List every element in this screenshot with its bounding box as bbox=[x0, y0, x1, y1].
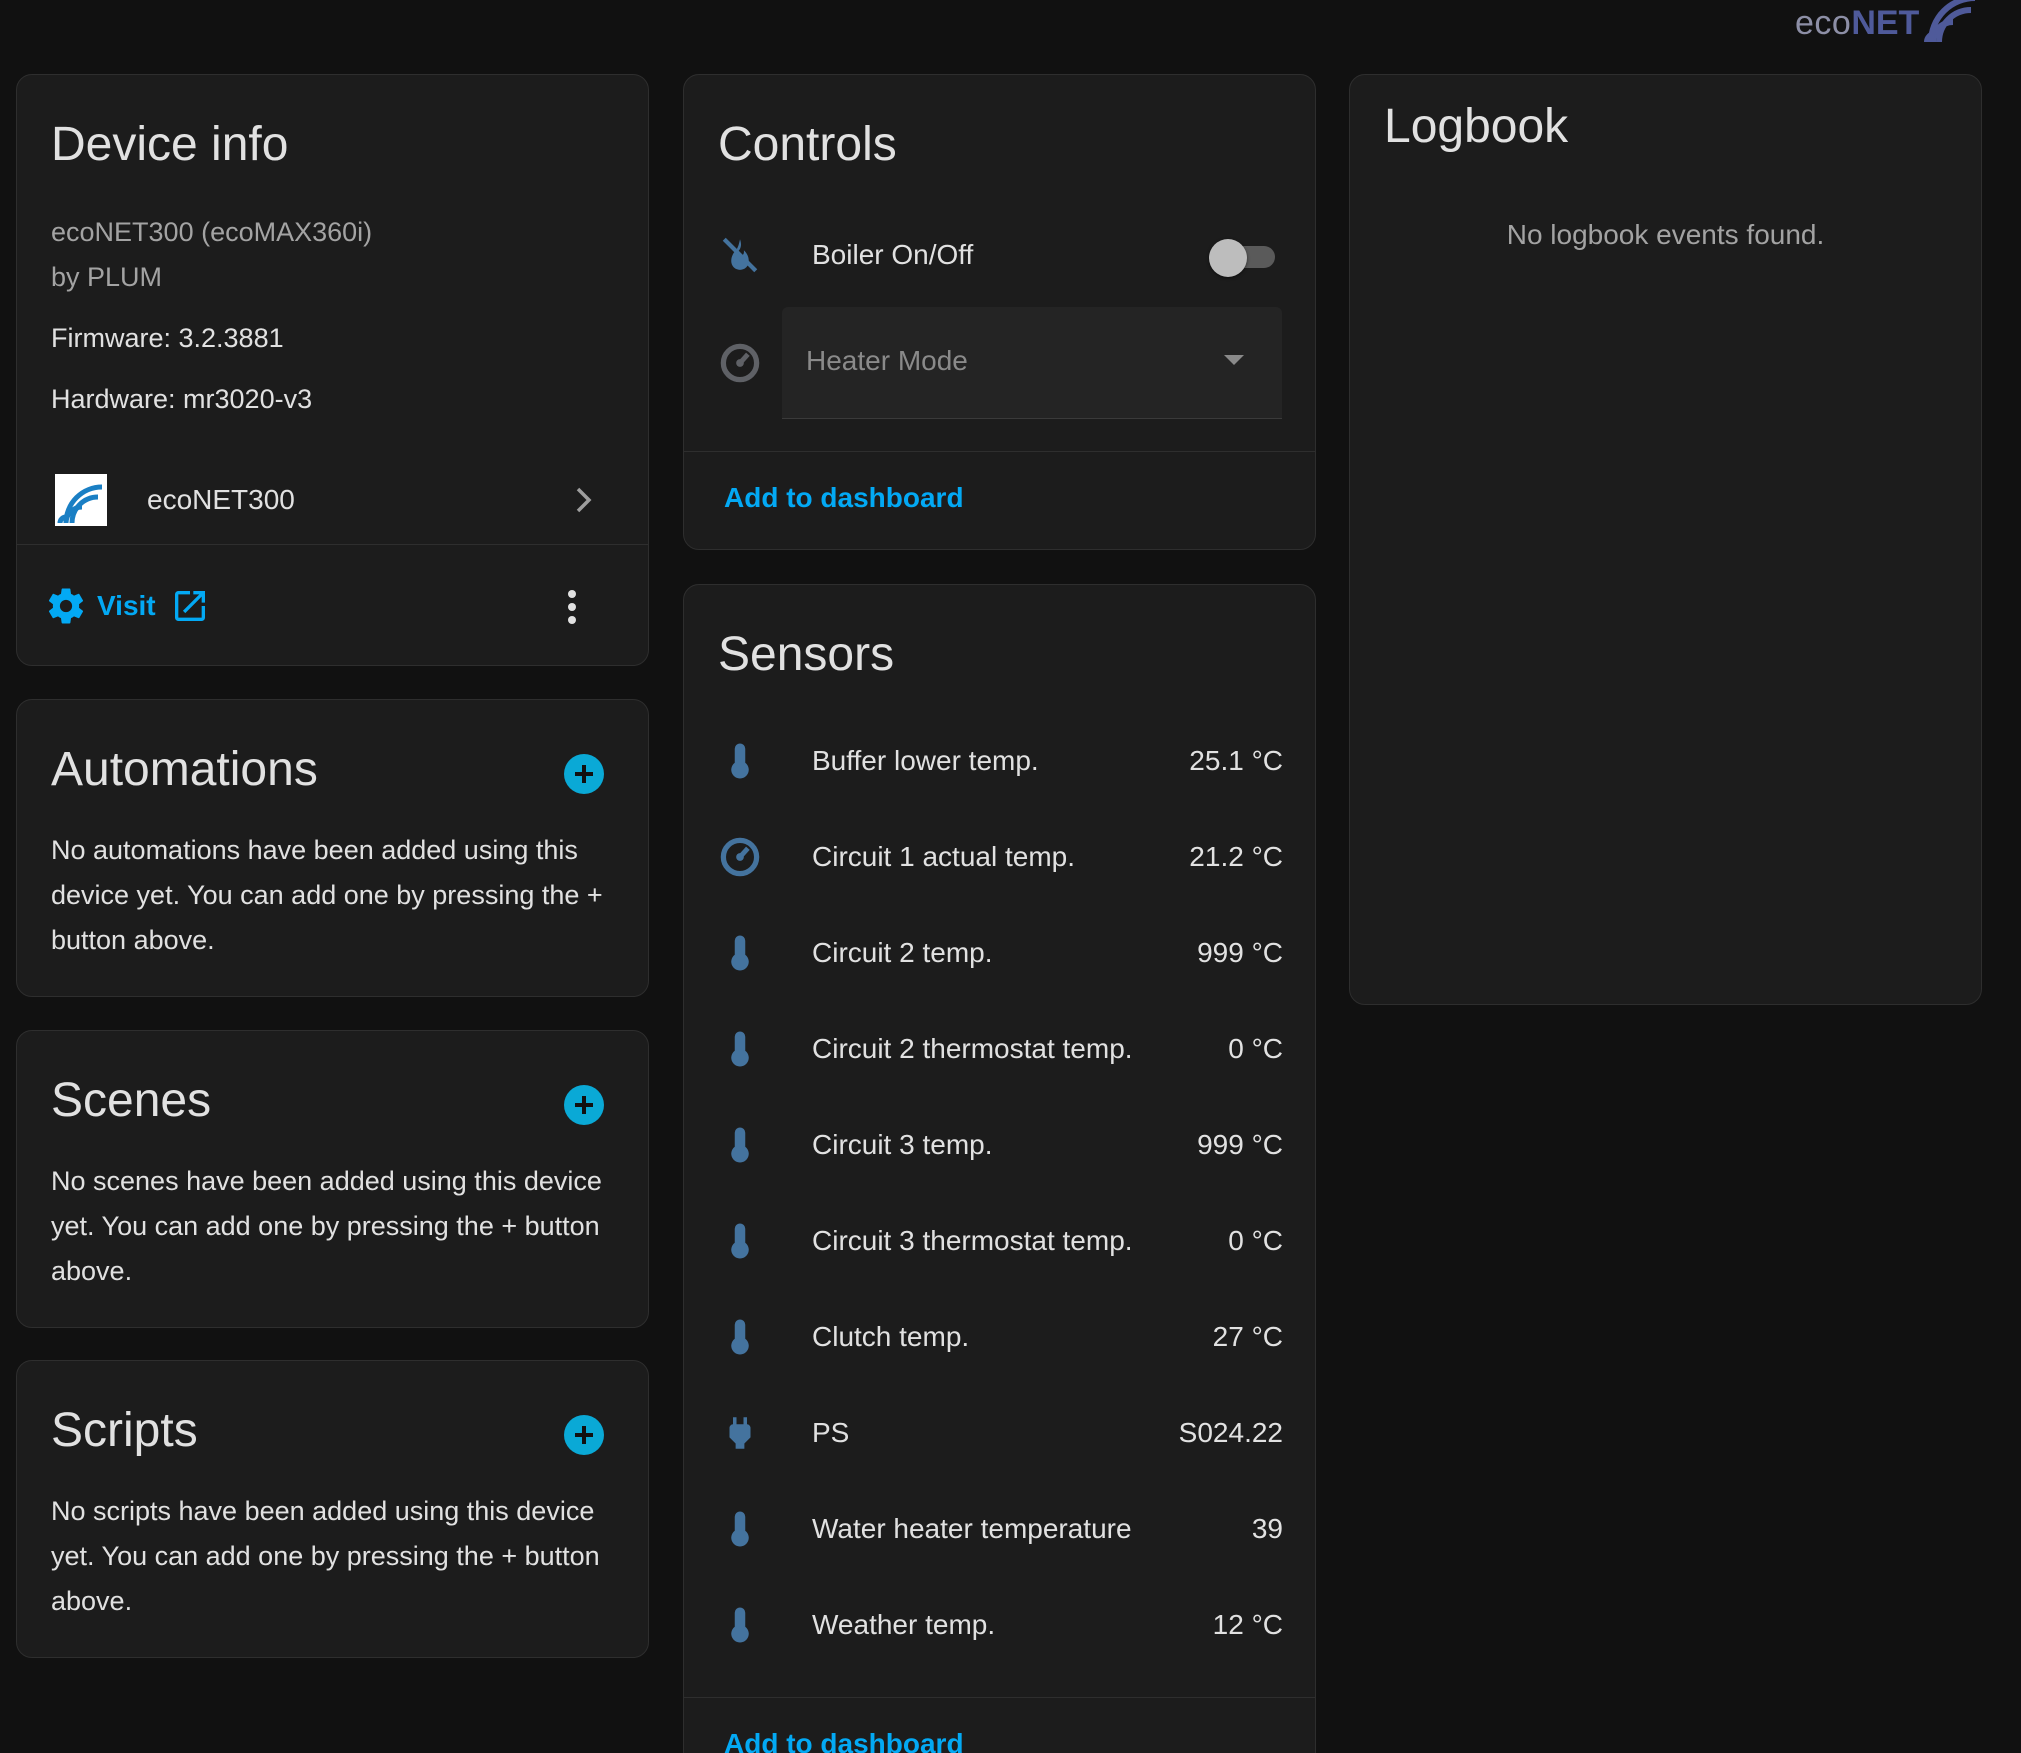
sensor-row[interactable]: Clutch temp. 27 °C bbox=[684, 1289, 1315, 1385]
sensor-row[interactable]: PS S024.22 bbox=[684, 1385, 1315, 1481]
sensor-row[interactable]: Weather temp. 12 °C bbox=[684, 1577, 1315, 1673]
econet-logo: eco NET bbox=[1795, 0, 1977, 46]
sensor-value: 27 °C bbox=[1212, 1321, 1283, 1352]
automations-empty-text: No automations have been added using thi… bbox=[51, 835, 603, 955]
logbook-card: Logbook No logbook events found. bbox=[1349, 74, 1982, 1005]
plus-icon bbox=[575, 1426, 593, 1444]
controls-title: Controls bbox=[718, 118, 897, 171]
integration-logo-icon bbox=[55, 473, 107, 526]
dropdown-caret-icon bbox=[1224, 355, 1244, 365]
sensor-label: Clutch temp. bbox=[812, 1321, 970, 1352]
sensor-value: 0 °C bbox=[1228, 1033, 1283, 1064]
gauge-icon bbox=[718, 835, 762, 879]
scenes-card: Scenes No scenes have been added using t… bbox=[16, 1030, 649, 1328]
toggle-thumb bbox=[1209, 239, 1247, 277]
controls-footer: Add to dashboard bbox=[684, 451, 1315, 549]
logbook-title: Logbook bbox=[1384, 100, 1569, 153]
open-in-new-icon bbox=[174, 591, 205, 621]
device-actions: Visit bbox=[17, 545, 648, 665]
sensor-label: Weather temp. bbox=[812, 1609, 996, 1640]
heater-mode-placeholder: Heater Mode bbox=[806, 345, 968, 376]
boiler-label: Boiler On/Off bbox=[812, 239, 974, 270]
gear-icon bbox=[48, 588, 84, 624]
sensor-value: S024.22 bbox=[1178, 1417, 1283, 1448]
automations-title: Automations bbox=[51, 743, 318, 796]
sensors-add-to-dashboard[interactable]: Add to dashboard bbox=[724, 1728, 964, 1753]
thermometer-icon bbox=[718, 1507, 762, 1551]
logo-text-net: NET bbox=[1851, 3, 1920, 42]
sensor-row[interactable]: Circuit 2 temp. 999 °C bbox=[684, 905, 1315, 1001]
thermometer-icon bbox=[718, 1219, 762, 1263]
sensor-value: 0 °C bbox=[1228, 1225, 1283, 1256]
gauge-icon bbox=[718, 341, 762, 385]
plug-icon bbox=[718, 1411, 762, 1455]
sensor-label: Circuit 1 actual temp. bbox=[812, 841, 1075, 872]
thermometer-icon bbox=[718, 931, 762, 975]
sensor-value: 21.2 °C bbox=[1189, 841, 1283, 872]
scripts-empty-text: No scripts have been added using this de… bbox=[51, 1496, 600, 1616]
add-automation-button[interactable] bbox=[564, 754, 604, 794]
visit-label: Visit bbox=[97, 590, 156, 621]
integration-name: ecoNET300 bbox=[147, 483, 295, 515]
device-manufacturer: by PLUM bbox=[51, 262, 163, 292]
scripts-card: Scripts No scripts have been added using… bbox=[16, 1360, 649, 1658]
sensors-title: Sensors bbox=[718, 628, 895, 681]
device-info-title: Device info bbox=[51, 118, 289, 171]
sensor-value: 39 bbox=[1251, 1513, 1283, 1544]
sensor-row[interactable]: Water heater temperature 39 bbox=[684, 1481, 1315, 1577]
thermometer-icon bbox=[718, 1315, 762, 1359]
sensor-label: Buffer lower temp. bbox=[812, 745, 1039, 776]
sensor-row[interactable]: Circuit 3 temp. 999 °C bbox=[684, 1097, 1315, 1193]
sensor-value: 12 °C bbox=[1212, 1609, 1283, 1640]
thermometer-icon bbox=[718, 739, 762, 783]
scripts-title: Scripts bbox=[51, 1404, 198, 1457]
boiler-toggle[interactable] bbox=[1209, 239, 1275, 277]
sensor-label: Water heater temperature bbox=[812, 1513, 1132, 1544]
sensor-row[interactable]: Buffer lower temp. 25.1 °C bbox=[684, 713, 1315, 809]
scenes-empty-text: No scenes have been added using this dev… bbox=[51, 1166, 602, 1286]
integration-row[interactable]: ecoNET300 bbox=[17, 455, 648, 545]
sensor-value: 25.1 °C bbox=[1189, 745, 1283, 776]
logbook-empty-text: No logbook events found. bbox=[1506, 219, 1825, 250]
sensor-label: Circuit 3 thermostat temp. bbox=[812, 1225, 1133, 1256]
sensor-label: PS bbox=[812, 1417, 850, 1448]
sensors-footer: Add to dashboard bbox=[684, 1697, 1315, 1753]
heater-mode-row: Heater Mode bbox=[684, 307, 1315, 419]
device-hardware: Hardware: mr3020-v3 bbox=[51, 384, 313, 414]
sensor-value: 999 °C bbox=[1197, 937, 1283, 968]
thermometer-icon bbox=[718, 1123, 762, 1167]
sensor-label: Circuit 2 thermostat temp. bbox=[812, 1033, 1133, 1064]
boiler-toggle-row: Boiler On/Off bbox=[684, 225, 1315, 285]
device-info-card: Device info ecoNET300 (ecoMAX360i) by PL… bbox=[16, 74, 649, 666]
sensor-row[interactable]: Circuit 3 thermostat temp. 0 °C bbox=[684, 1193, 1315, 1289]
heater-mode-select[interactable]: Heater Mode bbox=[782, 307, 1282, 419]
automations-card: Automations No automations have been add… bbox=[16, 699, 649, 997]
chevron-right-icon bbox=[576, 487, 592, 513]
thermometer-icon bbox=[718, 1603, 762, 1647]
add-script-button[interactable] bbox=[564, 1415, 604, 1455]
sensors-card: Sensors Buffer lower temp. 25.1 °C Circuit… bbox=[683, 584, 1316, 1753]
device-firmware: Firmware: 3.2.3881 bbox=[51, 323, 284, 353]
plus-icon bbox=[575, 765, 593, 783]
more-vertical-icon[interactable] bbox=[566, 589, 578, 625]
sensor-label: Circuit 3 temp. bbox=[812, 1129, 993, 1160]
sensor-value: 999 °C bbox=[1197, 1129, 1283, 1160]
scenes-title: Scenes bbox=[51, 1074, 212, 1127]
controls-card: Controls Boiler On/Off Heater Mode Add t… bbox=[683, 74, 1316, 550]
device-model: ecoNET300 (ecoMAX360i) bbox=[51, 217, 373, 247]
visit-link[interactable]: Visit bbox=[45, 585, 210, 627]
sensor-row[interactable]: Circuit 1 actual temp. 21.2 °C bbox=[684, 809, 1315, 905]
sensor-label: Circuit 2 temp. bbox=[812, 937, 993, 968]
logo-text-eco: eco bbox=[1795, 3, 1852, 42]
sensor-row[interactable]: Circuit 2 thermostat temp. 0 °C bbox=[684, 1001, 1315, 1097]
thermometer-icon bbox=[718, 1027, 762, 1071]
fire-off-icon bbox=[718, 233, 762, 277]
plus-icon bbox=[575, 1096, 593, 1114]
controls-add-to-dashboard[interactable]: Add to dashboard bbox=[724, 482, 964, 514]
add-scene-button[interactable] bbox=[564, 1085, 604, 1125]
logo-waves-icon bbox=[1924, 0, 1976, 42]
